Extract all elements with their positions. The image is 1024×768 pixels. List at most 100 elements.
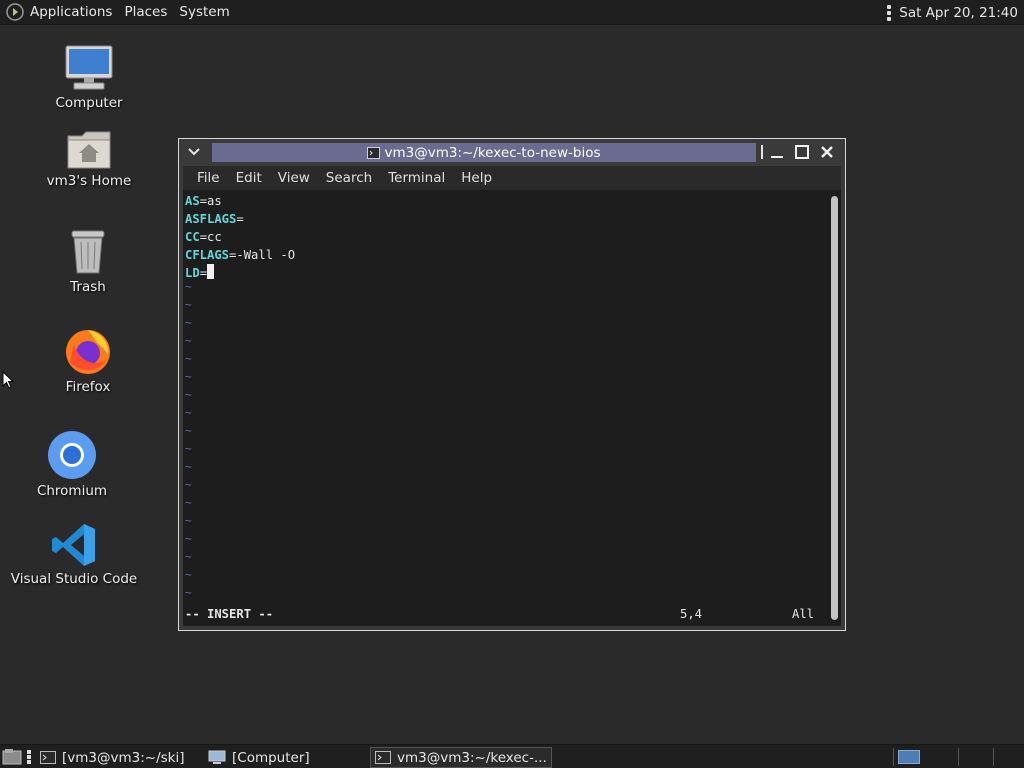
vim-line: AS=as: [185, 192, 222, 210]
vim-line: ASFLAGS=: [185, 210, 244, 228]
chevron-down-icon: [188, 148, 200, 156]
chromium-icon: [48, 431, 96, 479]
places-menu[interactable]: Places: [118, 0, 173, 25]
workspace-switcher[interactable]: [898, 750, 920, 764]
vim-var-name: CFLAGS: [185, 248, 230, 262]
taskbar-item-label: vm3@vm3:~/kexec-...: [397, 749, 547, 766]
taskbar-item-computer[interactable]: [Computer]: [204, 747, 314, 768]
vim-tilde-marker: ~: [185, 478, 192, 491]
menu-search[interactable]: Search: [318, 170, 380, 186]
resize-grip-icon: [757, 142, 767, 162]
vim-tilde-marker: ~: [185, 568, 192, 581]
desktop-icon-firefox[interactable]: Firefox: [58, 326, 118, 395]
vim-tilde-marker: ~: [185, 460, 192, 473]
panel-separator: [993, 748, 994, 766]
vim-var-name: CC: [185, 230, 200, 244]
minimize-icon: [771, 156, 783, 158]
gnome-foot-icon: [6, 3, 24, 21]
vim-tilde-marker: ~: [185, 370, 192, 383]
desktop-icon-trash[interactable]: Trash: [58, 228, 118, 295]
vim-var-name: AS: [185, 194, 200, 208]
taskbar-item-ski-terminal[interactable]: [vm3@vm3:~/ski]: [36, 747, 189, 768]
scrollbar-thumb[interactable]: [831, 196, 838, 620]
window-titlebar[interactable]: vm3@vm3:~/kexec-to-new-bios: [179, 139, 845, 165]
maximize-button[interactable]: [792, 142, 812, 162]
vim-tilde-marker: ~: [185, 586, 192, 599]
vim-mode-indicator: -- INSERT --: [185, 607, 274, 621]
vim-var-value: =cc: [199, 230, 222, 244]
window-menu-button[interactable]: [179, 139, 209, 165]
menu-terminal[interactable]: Terminal: [380, 170, 453, 186]
menu-help[interactable]: Help: [453, 170, 500, 186]
terminal-icon: [375, 751, 391, 764]
text-cursor: [207, 264, 215, 279]
vim-line: CFLAGS=-Wall -O: [185, 246, 295, 264]
taskbar-item-label: [Computer]: [232, 749, 310, 766]
desktop-icon-label: Firefox: [65, 379, 111, 395]
panel-separator: [958, 748, 959, 766]
vim-tilde-marker: ~: [185, 388, 192, 401]
terminal-text-area[interactable]: AS=as ASFLAGS= CC=cc CFLAGS=-Wall -O LD =…: [183, 190, 841, 626]
desktop-icon-chromium[interactable]: Chromium: [32, 430, 112, 499]
window-title[interactable]: vm3@vm3:~/kexec-to-new-bios: [212, 143, 756, 162]
desktop-icon-computer[interactable]: Computer: [53, 44, 125, 111]
vim-tilde-marker: ~: [185, 316, 192, 329]
desktop-icon-vscode[interactable]: Visual Studio Code: [10, 522, 138, 587]
firefox-icon: [66, 330, 110, 374]
top-panel: Applications Places System Sat Apr 20, 2…: [0, 0, 1024, 25]
vim-tilde-marker: ~: [185, 442, 192, 455]
vim-line: CC=cc: [185, 228, 222, 246]
vim-tilde-marker: ~: [185, 280, 192, 293]
vim-tilde-marker: ~: [185, 334, 192, 347]
desktop-icon-label: Trash: [70, 279, 106, 295]
bottom-panel: [vm3@vm3:~/ski] [Computer] vm3@vm3:~/kex…: [0, 744, 1024, 768]
menu-edit[interactable]: Edit: [228, 170, 270, 186]
terminal-icon: [40, 751, 56, 764]
system-label: System: [179, 4, 230, 20]
desktop-icon-label: Computer: [55, 95, 123, 111]
show-desktop-icon: [2, 749, 22, 765]
minimize-button[interactable]: [767, 142, 787, 162]
computer-icon: [65, 45, 113, 90]
show-desktop-button[interactable]: [2, 748, 22, 768]
trash-icon: [71, 230, 105, 274]
applications-label: Applications: [30, 4, 113, 20]
clock-label: Sat Apr 20, 21:40: [899, 4, 1018, 21]
desktop-icon-label: Visual Studio Code: [10, 571, 138, 587]
taskbar-item-kexec-terminal[interactable]: vm3@vm3:~/kexec-...: [370, 747, 552, 768]
desktop-icon-label: Chromium: [36, 483, 108, 499]
vim-var-value: =-Wall -O: [229, 248, 296, 262]
applications-menu[interactable]: Applications: [0, 0, 118, 25]
vim-tilde-marker: ~: [185, 496, 192, 509]
vim-tilde-marker: ~: [185, 352, 192, 365]
menu-file[interactable]: File: [189, 170, 228, 186]
panel-handle-icon: [887, 4, 892, 21]
system-menu[interactable]: System: [173, 0, 235, 25]
vim-tilde-marker: ~: [185, 532, 192, 545]
panel-separator: [893, 748, 894, 766]
close-icon: [821, 146, 833, 158]
taskbar-item-label: [vm3@vm3:~/ski]: [62, 749, 185, 766]
vim-var-name: LD: [185, 266, 200, 280]
vim-tilde-marker: ~: [185, 514, 192, 527]
clock[interactable]: Sat Apr 20, 21:40: [887, 0, 1018, 25]
vim-var-name: ASFLAGS: [185, 212, 237, 226]
vim-var-value: =: [236, 212, 244, 226]
desktop-icon-home[interactable]: vm3's Home: [45, 128, 133, 189]
vim-tilde-marker: ~: [185, 550, 192, 563]
vim-var-value: =as: [199, 194, 222, 208]
computer-icon: [208, 750, 226, 764]
places-label: Places: [124, 4, 168, 20]
menu-view[interactable]: View: [270, 170, 318, 186]
scrollbar[interactable]: [829, 190, 841, 626]
home-folder-icon: [67, 131, 111, 169]
vim-scroll-indicator: All: [792, 607, 815, 621]
window-title-text: vm3@vm3:~/kexec-to-new-bios: [384, 144, 601, 161]
vim-cursor-position: 5,4: [680, 607, 703, 621]
terminal-icon: [367, 146, 381, 159]
close-button[interactable]: [817, 142, 837, 162]
vim-tilde-marker: ~: [185, 298, 192, 311]
mouse-pointer-icon: [2, 371, 14, 389]
vim-tilde-marker: ~: [185, 406, 192, 419]
maximize-icon: [795, 145, 809, 159]
